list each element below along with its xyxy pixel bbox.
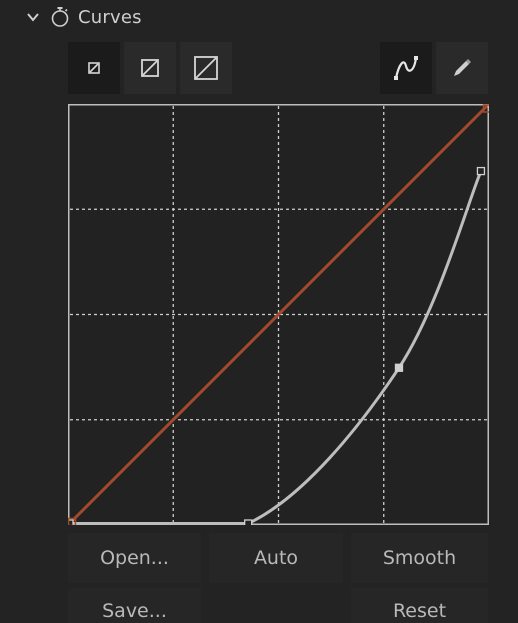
chevron-down-icon[interactable] xyxy=(26,10,40,24)
curve-control-point[interactable] xyxy=(244,519,253,525)
reset-button-label: Reset xyxy=(392,600,447,622)
curve-control-point[interactable] xyxy=(394,363,404,372)
panel-header[interactable]: Curves xyxy=(26,4,142,30)
auto-button[interactable]: Auto xyxy=(209,533,343,583)
open-button-label: Open... xyxy=(100,547,169,569)
graph-size-large-icon xyxy=(194,56,218,80)
small-graph-size-button[interactable] xyxy=(68,42,120,94)
reset-button[interactable]: Reset xyxy=(351,588,488,623)
smooth-button[interactable]: Smooth xyxy=(351,533,488,583)
save-button-label: Save... xyxy=(102,600,167,622)
curves-graph[interactable] xyxy=(68,104,489,525)
graph-size-medium-icon xyxy=(141,59,159,77)
pencil-icon xyxy=(454,59,471,76)
pencil-tool-button[interactable] xyxy=(436,42,488,94)
smooth-button-label: Smooth xyxy=(382,547,457,569)
panel-title: Curves xyxy=(78,6,142,28)
auto-button-label: Auto xyxy=(253,547,299,569)
save-button[interactable]: Save... xyxy=(68,588,201,623)
bezier-curve-icon xyxy=(394,56,418,80)
curve-canvas[interactable] xyxy=(68,104,489,525)
medium-graph-size-button[interactable] xyxy=(124,42,176,94)
stopwatch-icon[interactable] xyxy=(50,6,70,28)
curves-effect-panel: Curves Open... Auto Smooth Save... Reset xyxy=(0,0,518,623)
graph-size-small-icon xyxy=(88,62,100,74)
open-button[interactable]: Open... xyxy=(68,533,201,583)
large-graph-size-button[interactable] xyxy=(180,42,232,94)
curve-tool-button[interactable] xyxy=(380,42,432,94)
curve-control-point[interactable] xyxy=(476,166,486,176)
tone-curve xyxy=(69,170,483,525)
